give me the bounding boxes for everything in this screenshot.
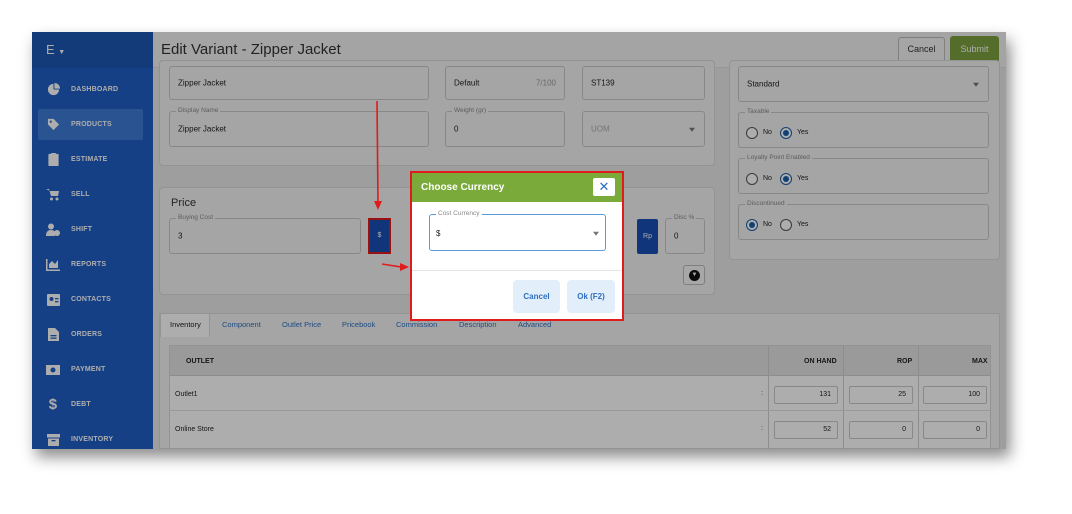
dialog-header: Choose Currency ✕ <box>412 173 622 202</box>
dialog-cancel-button[interactable]: Cancel <box>513 280 560 313</box>
close-icon[interactable]: ✕ <box>593 178 615 196</box>
arrow-line <box>381 263 402 268</box>
dialog-ok-button[interactable]: Ok (F2) <box>567 280 615 313</box>
app-window: E ▼ DASHBOARD PRODUCTS ESTIMATE SELL SHI… <box>32 32 1006 449</box>
arrow-line <box>376 100 379 203</box>
dialog-divider <box>412 270 622 271</box>
choose-currency-dialog: Choose Currency ✕ Cost Currency $ Cancel… <box>410 171 624 321</box>
arrow-head <box>374 201 382 210</box>
cost-currency-select[interactable]: Cost Currency $ <box>429 210 606 251</box>
cost-currency-value: $ <box>436 229 441 238</box>
arrow-head <box>400 263 409 271</box>
dialog-title: Choose Currency <box>421 182 505 193</box>
cost-currency-label: Cost Currency <box>436 210 482 217</box>
chevron-down-icon <box>593 231 599 236</box>
